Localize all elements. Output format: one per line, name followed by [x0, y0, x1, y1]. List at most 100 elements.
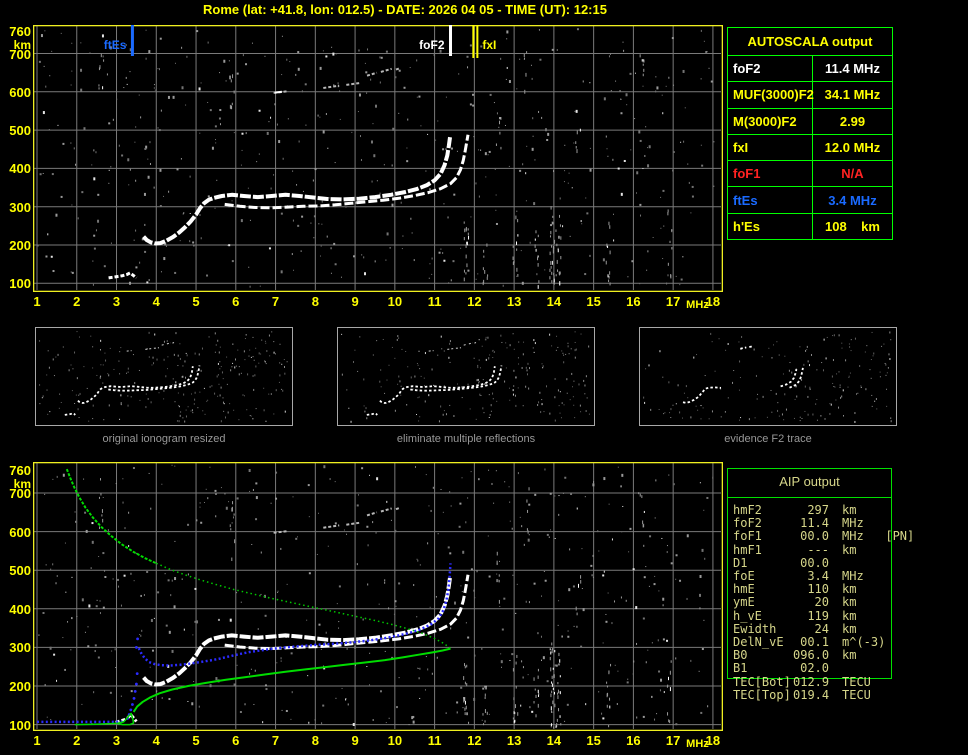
y-tick-400: 400 — [9, 601, 31, 617]
x-tick-11: 11 — [427, 294, 442, 309]
autoscala-param-value: 12.0 MHz — [824, 139, 881, 155]
autoscala-param-value: 34.1 MHz — [824, 87, 881, 103]
top-plot-canvas — [33, 25, 723, 292]
x-tick-17: 17 — [665, 733, 681, 748]
aip-row-tectop: TEC[Top] 019.4 TECU — [733, 688, 966, 702]
autoscala-param-label: foF2 — [728, 56, 813, 82]
aip-param-label: B0 — [733, 648, 748, 663]
x-tick-2: 2 — [73, 294, 81, 309]
autoscala-param-value: N/A — [841, 166, 864, 182]
x-tick-14: 14 — [546, 294, 562, 309]
bottom-ionogram-profile-plot — [33, 462, 723, 731]
aip-row-hmf2: hmF2 297 km — [733, 503, 966, 517]
aip-param-value: 02.0 — [800, 661, 829, 676]
aip-param-value: --- — [807, 542, 829, 557]
x-tick-12: 12 — [467, 294, 482, 309]
y-tick-760: 760 — [9, 23, 31, 39]
aip-row-tecbot: TEC[Bot] 012.9 TECU — [733, 675, 966, 689]
y-tick-600: 600 — [9, 524, 31, 540]
autoscala-param-value: 108 km — [825, 218, 880, 234]
aip-param-unit: km — [842, 608, 857, 623]
y-tick-200: 200 — [9, 238, 31, 253]
aip-param-value: 11.4 — [800, 516, 829, 531]
x-tick-8: 8 — [311, 294, 319, 309]
aip-param-value: 110 — [807, 582, 829, 597]
aip-param-unit: m^(-3) — [842, 635, 886, 649]
x-tick-7: 7 — [271, 294, 280, 309]
aip-row-delnve: DelN_vE 00.1 m^(-3) — [733, 635, 966, 649]
aip-param-label: D1 — [733, 555, 748, 570]
autoscala-param-label: fxI — [728, 134, 813, 161]
aip-table-header: AIP output — [779, 474, 840, 489]
y-tick-200: 200 — [9, 679, 31, 694]
aip-param-label: TEC[Top] — [733, 687, 791, 702]
autoscala-row-ftes: ftEs 3.4 MHz — [728, 187, 892, 214]
x-tick-3: 3 — [112, 294, 121, 309]
aip-param-unit: TECU — [842, 674, 871, 689]
autoscala-param-value: 11.4 MHz — [825, 61, 880, 77]
y-tick-300: 300 — [9, 199, 31, 215]
aip-param-label: B1 — [733, 661, 748, 676]
autoscala-row-m3000f2: M(3000)F2 2.99 — [728, 108, 892, 135]
aip-row-fof2: foF2 11.4 MHz — [733, 516, 966, 530]
autoscala-row-fxi: fxI 12.0 MHz — [728, 134, 892, 162]
x-tick-5: 5 — [192, 294, 200, 309]
x-tick-5: 5 — [192, 733, 200, 748]
autoscala-param-label: foF1 — [728, 161, 813, 187]
x-tick-13: 13 — [506, 733, 522, 748]
aip-row-hme: hmE 110 km — [733, 582, 966, 596]
y-tick-100: 100 — [9, 276, 31, 292]
aip-header-divider — [727, 497, 892, 498]
aip-row-ewidth: Ewidth 24 km — [733, 622, 966, 636]
foF2-marker-label: foF2 — [419, 38, 445, 52]
x-tick-10: 10 — [387, 294, 403, 309]
x-tick-17: 17 — [665, 294, 681, 309]
x-axis-unit-mhz: MHz — [686, 299, 709, 311]
aip-row-fof1: foF1 00.0 MHz [PN] — [733, 529, 966, 543]
aip-param-label: Ewidth — [733, 621, 777, 636]
y-tick-760: 760 — [9, 462, 31, 478]
autoscala-table-body: foF2 11.4 MHz MUF(3000)F2 34.1 MHz M(3000)F2… — [728, 56, 892, 239]
aip-param-label: foE — [733, 569, 755, 583]
x-tick-4: 4 — [152, 294, 160, 309]
y-axis-unit-km: km — [13, 37, 31, 52]
aip-param-label: hmF1 — [733, 542, 762, 557]
x-tick-15: 15 — [586, 733, 601, 748]
thumbnail-evidence-f2-trace — [639, 327, 897, 426]
autoscala-row-fof1: foF1 N/A — [728, 161, 892, 188]
aip-param-value: 3.4 — [807, 569, 829, 583]
x-tick-7: 7 — [271, 733, 280, 748]
thumbnail-caption-1: original ionogram resized — [102, 433, 226, 445]
autoscala-param-label: MUF(3000)F2 — [728, 82, 814, 108]
thumbnail-eliminate-reflections — [337, 327, 595, 426]
thumbnail-canvas-2 — [643, 331, 892, 423]
x-tick-1: 1 — [33, 733, 41, 748]
x-tick-9: 9 — [351, 733, 359, 748]
aip-row-b1: B1 02.0 — [733, 661, 966, 675]
x-tick-12: 12 — [467, 733, 482, 748]
aip-row-foe: foE 3.4 MHz — [733, 569, 966, 583]
y-tick-600: 600 — [9, 84, 31, 100]
y-axis-unit-km: km — [13, 476, 31, 491]
aip-param-unit: km — [842, 595, 857, 610]
aip-param-label: foF1 — [733, 529, 762, 544]
aip-param-label: h_vE — [733, 608, 762, 623]
autoscala-row-muf3000f2: MUF(3000)F2 34.1 MHz — [728, 82, 892, 109]
y-tick-100: 100 — [9, 717, 31, 733]
fxI-marker-label: fxI — [482, 38, 497, 52]
x-tick-8: 8 — [311, 733, 319, 748]
aip-param-unit: MHz [PN] — [842, 529, 915, 544]
thumbnail-canvas-1 — [341, 331, 590, 423]
thumbnail-original-ionogram — [35, 327, 293, 426]
x-tick-9: 9 — [351, 294, 359, 309]
x-tick-10: 10 — [387, 733, 403, 748]
autoscala-table: AUTOSCALA output foF2 11.4 MHz MUF(3000)F2… — [727, 27, 893, 240]
thumbnail-caption-2: eliminate multiple reflections — [396, 433, 536, 445]
x-axis-unit-mhz: MHz — [686, 738, 709, 750]
aip-row-hve: h_vE 119 km — [733, 609, 966, 623]
y-tick-500: 500 — [9, 563, 31, 579]
x-tick-6: 6 — [232, 733, 240, 748]
aip-param-value: 019.4 — [793, 687, 830, 702]
autoscala-table-header: AUTOSCALA output — [728, 28, 892, 56]
aip-param-value: 00.0 — [800, 555, 829, 570]
